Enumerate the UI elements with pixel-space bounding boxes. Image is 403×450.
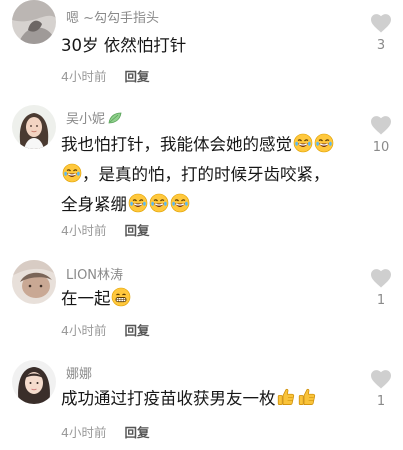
comment-item: 嗯 ~勾勾手指头 30岁 依然怕打针 4小时前 回复 3 [0,0,403,92]
like-count: 1 [376,293,386,308]
comment-text-segment: 在一起 [61,289,111,308]
like-button[interactable]: 3 [367,13,395,53]
avatar[interactable] [12,260,56,304]
comment-username[interactable]: 嗯 ~勾勾手指头 [66,7,159,26]
comment-username[interactable]: 娜娜 [66,363,92,382]
reply-button[interactable]: 回复 [124,220,149,239]
comment-time: 4小时前 [61,223,107,238]
comment-text-line: 30岁 依然怕打针 [61,36,187,55]
comment-item: LION林涛 在一起 4小时前 回复 1 [0,250,403,350]
like-button[interactable]: 1 [367,268,395,308]
heart-icon [370,369,392,389]
comment-text: 30岁 依然怕打针 [61,31,356,61]
comment-meta: 4小时前 回复 [61,220,149,239]
heart-icon [370,115,392,135]
avatar-image [12,105,56,149]
avatar[interactable] [12,360,56,404]
comment-meta: 4小时前 回复 [61,66,149,85]
comment-text-line: 全身紧绷 [61,190,356,220]
comment-text: 在一起 [61,284,356,314]
comment-text-segment: ，是真的怕，打的时候牙齿咬紧， [82,165,330,184]
comment-text-line: ，是真的怕，打的时候牙齿咬紧， [61,160,356,190]
comment-text-segment: 全身紧绷 [61,195,127,214]
rolling-laughing-emoji [128,193,148,213]
comment-text: 我也怕打针，我能体会她的感觉 ，是真的怕，打的时候牙齿咬紧， 全身紧绷 [61,130,356,220]
like-count: 3 [376,38,386,53]
avatar[interactable] [12,0,56,44]
comment-text: 成功通过打疫苗收获男友一枚 [61,384,356,414]
rolling-laughing-emoji [170,193,190,213]
rolling-laughing-emoji [149,193,169,213]
comment-time: 4小时前 [61,323,107,338]
grinning-emoji [111,287,131,307]
rolling-laughing-emoji [62,163,82,183]
rolling-laughing-emoji [293,133,313,153]
comment-meta: 4小时前 回复 [61,422,149,441]
username-text: 吴小妮 [66,112,106,127]
rolling-laughing-emoji [314,133,334,153]
comment-username[interactable]: 吴小妮 [66,108,122,127]
heart-icon [370,13,392,33]
reply-button[interactable]: 回复 [124,66,149,85]
comment-item: 吴小妮 我也怕打针，我能体会她的感觉 ，是真的怕，打的时候牙齿咬紧， 全身紧绷 … [0,92,403,250]
like-count: 10 [372,140,390,155]
comment-username[interactable]: LION林涛 [66,264,123,283]
comment-time: 4小时前 [61,425,107,440]
like-button[interactable]: 1 [367,369,395,409]
comment-meta: 4小时前 回复 [61,320,149,339]
leaf-badge-icon [108,112,122,126]
comment-text-segment: 我也怕打针，我能体会她的感觉 [61,135,292,154]
reply-button[interactable]: 回复 [124,422,149,441]
comment-item: 娜娜 成功通过打疫苗收获男友一枚 4小时前 回复 1 [0,350,403,450]
heart-icon [370,268,392,288]
thumbs-up-emoji [276,387,296,407]
like-count: 1 [376,394,386,409]
avatar-image [12,260,56,304]
avatar-image [12,360,56,404]
avatar-image [12,0,56,44]
like-button[interactable]: 10 [367,115,395,155]
reply-button[interactable]: 回复 [124,320,149,339]
comment-text-line: 我也怕打针，我能体会她的感觉 [61,130,356,160]
thumbs-up-emoji [297,387,317,407]
avatar[interactable] [12,105,56,149]
comment-text-segment: 成功通过打疫苗收获男友一枚 [61,389,276,408]
comment-time: 4小时前 [61,69,107,84]
